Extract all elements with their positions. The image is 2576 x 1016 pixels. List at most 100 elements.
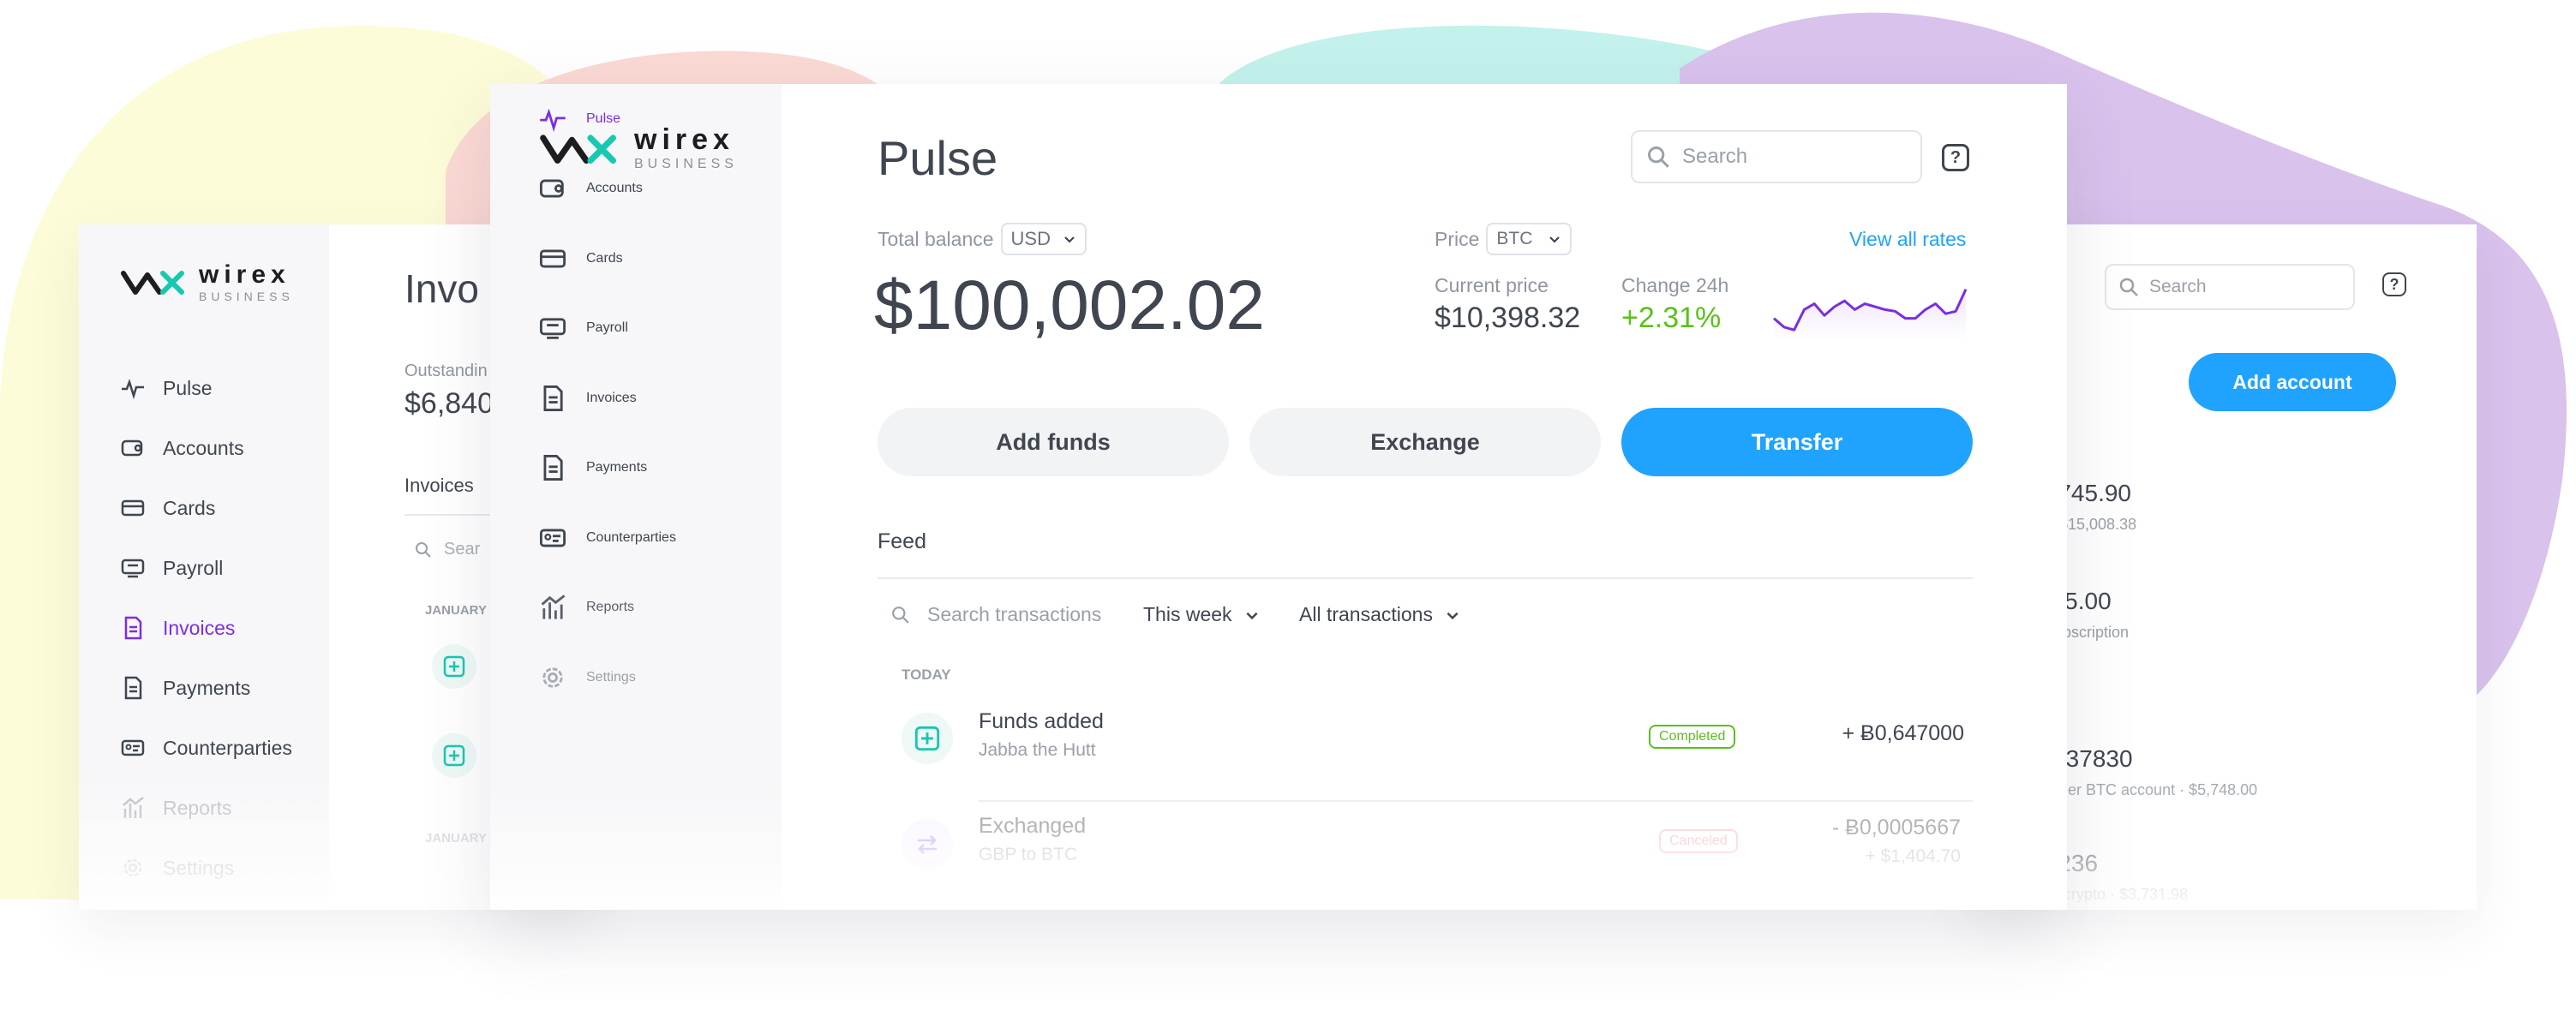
help-icon: ? [2389, 275, 2399, 293]
transaction-title: Exchanged [979, 814, 1087, 838]
left-sidebar: wirex BUSINESS Pulse Accounts Cards Payr… [79, 224, 329, 910]
card-icon [539, 249, 566, 268]
chevron-down-icon [1064, 236, 1075, 243]
left-nav: Pulse Accounts Cards Payroll Invoices Pa… [120, 358, 292, 898]
nav-label: Settings [586, 669, 636, 684]
exchange-button[interactable]: Exchange [1249, 408, 1601, 476]
left-nav-payments[interactable]: Payments [120, 658, 292, 718]
search-input[interactable]: Search [1631, 130, 1922, 183]
plus-square-icon [914, 726, 940, 751]
nav-label: Counterparties [163, 736, 292, 759]
type-filter-dropdown[interactable]: All transactions [1299, 603, 1460, 626]
transaction-subtitle: Jabba the Hutt [979, 740, 1096, 760]
button-label: Transfer [1751, 428, 1843, 455]
main-nav: Pulse Accounts Cards Payroll Invoices Pa… [538, 84, 676, 713]
left-nav-cards[interactable]: Cards [120, 478, 292, 538]
feed-search[interactable]: Search transactions [891, 603, 1101, 626]
button-label: Add funds [996, 428, 1111, 455]
view-all-rates-link[interactable]: View all rates [1849, 228, 1966, 251]
counterparty-icon [539, 529, 566, 547]
plus-square-icon [443, 655, 465, 678]
balance-value: $100,002.02 [874, 266, 1266, 344]
add-account-button[interactable]: Add account [2189, 353, 2396, 411]
add-funds-button[interactable]: Add funds [878, 408, 1229, 476]
main-nav-counterparties[interactable]: Counterparties [538, 503, 676, 573]
period-filter-dropdown[interactable]: This week [1143, 603, 1260, 626]
current-price-value: $10,398.32 [1435, 302, 1581, 334]
left-nav-counterparties[interactable]: Counterparties [120, 718, 292, 778]
main-nav-pulse[interactable]: Pulse [538, 84, 676, 154]
change-label: Change 24h [1621, 274, 1729, 296]
left-nav-settings[interactable]: Settings [120, 838, 292, 898]
help-icon: ? [1950, 147, 1962, 167]
left-nav-invoices[interactable]: Invoices [120, 598, 292, 658]
help-button[interactable]: ? [1942, 144, 1969, 171]
search-placeholder: Search transactions [927, 603, 1102, 625]
group-label: JANUARY [425, 603, 487, 618]
total-balance-row: Total balance USD [878, 223, 1087, 255]
nav-label: Accounts [163, 436, 244, 459]
currency-dropdown[interactable]: USD [1000, 223, 1087, 255]
main-nav-payroll[interactable]: Payroll [538, 294, 676, 364]
payment-icon [543, 455, 563, 481]
reports-icon [541, 595, 566, 619]
main-nav-payments[interactable]: Payments [538, 433, 676, 504]
main-nav-reports[interactable]: Reports [538, 573, 676, 643]
wirex-logo-icon [121, 271, 184, 295]
left-nav-reports[interactable]: Reports [120, 778, 292, 838]
page-title: Invo [404, 266, 479, 311]
search-icon [2119, 278, 2138, 296]
nav-label: Reports [163, 796, 232, 819]
nav-label: Pulse [586, 111, 621, 126]
main-nav-cards[interactable]: Cards [538, 224, 676, 294]
nav-label: Cards [586, 250, 623, 266]
right-search-input[interactable]: Search [2105, 264, 2355, 310]
pulse-icon [122, 379, 144, 400]
account-sub: nother BTC account · $5,748.00 [2038, 781, 2258, 798]
right-help-button[interactable]: ? [2382, 272, 2406, 296]
search-icon [416, 541, 431, 558]
pulse-window: wirex BUSINESS Pulse Accounts Cards Payr… [490, 84, 2067, 910]
transaction-subtitle: GBP to BTC [979, 845, 1078, 864]
exchange-arrows-icon [918, 835, 937, 854]
payroll-icon [121, 559, 145, 578]
nav-label: Settings [163, 856, 235, 879]
nav-label: Payments [163, 676, 251, 699]
left-nav-payroll[interactable]: Payroll [120, 538, 292, 598]
feed-title: Feed [878, 529, 926, 553]
invoice-row-icon[interactable] [432, 733, 476, 778]
transaction-icon [902, 713, 953, 764]
left-nav-accounts[interactable]: Accounts [120, 418, 292, 478]
search-icon [1648, 146, 1669, 168]
nav-label: Accounts [586, 181, 643, 196]
left-nav-pulse[interactable]: Pulse [120, 358, 292, 418]
transaction-row[interactable]: Funds added Jabba the Hutt Completed + Ƀ… [902, 699, 1964, 785]
pulse-icon [540, 108, 566, 132]
nav-label: Cards [163, 496, 216, 519]
tab-invoices[interactable]: Invoices [404, 475, 474, 497]
divider [878, 577, 1973, 579]
page-title: Pulse [878, 131, 998, 185]
invoice-icon [124, 616, 142, 640]
main-nav-accounts[interactable]: Accounts [538, 154, 676, 224]
nav-label: Counterparties [586, 529, 676, 545]
left-logo: wirex BUSINESS [120, 260, 294, 303]
gear-icon [542, 667, 563, 688]
main-nav-invoices[interactable]: Invoices [538, 363, 676, 433]
main-nav-settings[interactable]: Settings [538, 642, 676, 713]
search-icon [892, 606, 909, 624]
transfer-button[interactable]: Transfer [1621, 408, 1973, 476]
nav-label: Reports [586, 600, 635, 615]
search-placeholder: Search [1682, 145, 1748, 168]
invoice-row-icon[interactable] [432, 644, 476, 689]
invoice-search[interactable]: Sear [415, 540, 480, 559]
total-balance-label: Total balance [878, 227, 994, 250]
status-badge: Completed [1649, 725, 1736, 749]
transaction-amount-secondary: + $1,404.70 [1865, 846, 1961, 866]
transaction-amount: + Ƀ0,647000 [1842, 721, 1965, 745]
chevron-down-icon [1549, 236, 1561, 243]
price-row: Price BTC [1435, 223, 1573, 255]
asset-dropdown[interactable]: BTC [1486, 223, 1573, 255]
outstanding-value: $6,840 [404, 387, 494, 420]
transaction-row[interactable]: Exchanged GBP to BTC Canceled - Ƀ0,00056… [902, 804, 1964, 898]
